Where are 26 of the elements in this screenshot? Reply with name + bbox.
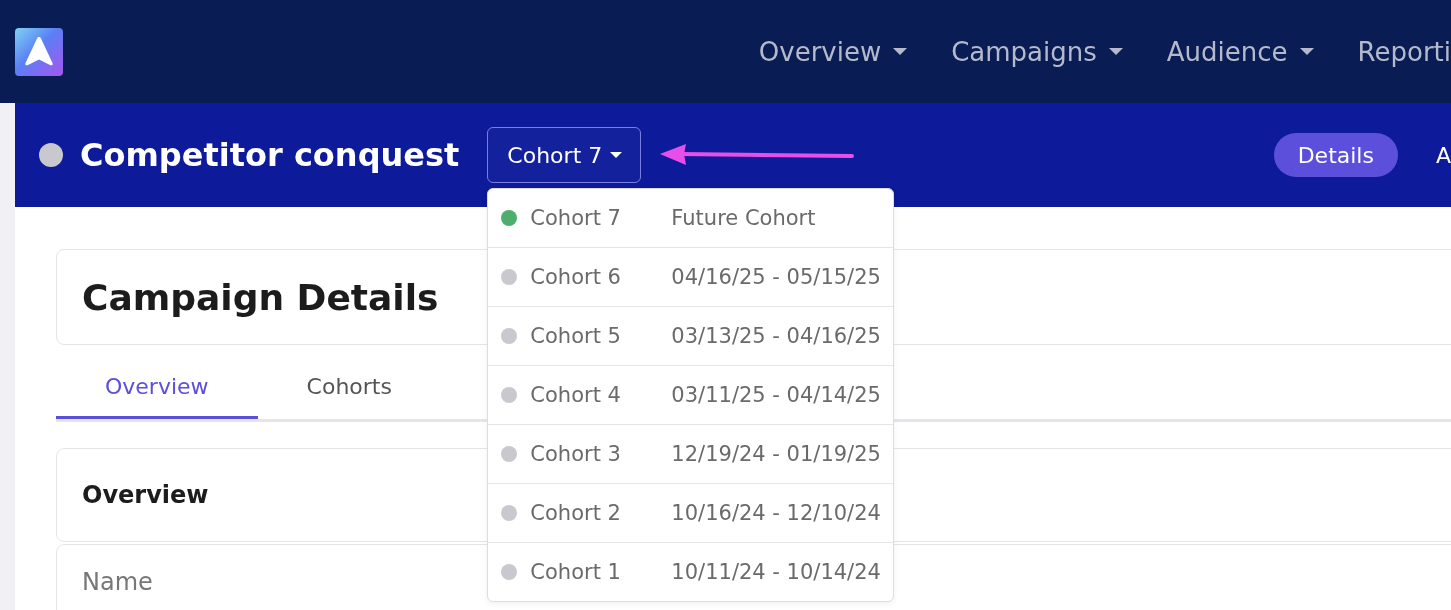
menu-item[interactable]: Cohort 6 04/16/25 - 05/15/25 — [488, 247, 894, 306]
cohort-dropdown-button[interactable]: Cohort 7 — [487, 127, 642, 183]
section-title: Overview — [82, 481, 209, 509]
menu-item[interactable]: Cohort 7 Future Cohort — [488, 189, 894, 247]
page-tab[interactable]: Overview — [56, 345, 258, 419]
caret-icon — [610, 152, 623, 158]
page-title: Campaign Details — [82, 276, 439, 318]
nav-menu-item[interactable]: Overview — [758, 36, 908, 67]
nav-menu-item[interactable]: Audience — [1166, 36, 1314, 67]
status-dot-icon — [39, 143, 63, 167]
menu-item[interactable]: Cohort 4 03/11/25 - 04/14/25 — [488, 365, 894, 424]
header-tab[interactable]: A — [1435, 133, 1451, 177]
menu-item[interactable]: Cohort 1 10/11/24 - 10/14/24 — [488, 542, 894, 601]
caret-icon — [1299, 48, 1314, 55]
campaign-title: Competitor conquest — [80, 136, 460, 174]
logo-icon[interactable] — [15, 27, 63, 76]
field-label: Name — [82, 568, 153, 596]
page-tab[interactable]: Cohorts — [257, 345, 441, 419]
menu-item[interactable]: Cohort 3 12/19/24 - 01/19/25 — [488, 424, 894, 483]
menu-item[interactable]: Cohort 5 03/13/25 - 04/16/25 — [488, 306, 894, 365]
menu-item[interactable]: Cohort 2 10/16/24 - 12/10/24 — [488, 483, 894, 542]
nav-menu-item[interactable]: Reporti — [1357, 36, 1451, 67]
caret-icon — [893, 48, 908, 55]
caret-icon — [1108, 48, 1123, 55]
header-tab[interactable]: Details — [1273, 133, 1398, 177]
nav-menu-item[interactable]: Campaigns — [951, 36, 1123, 67]
